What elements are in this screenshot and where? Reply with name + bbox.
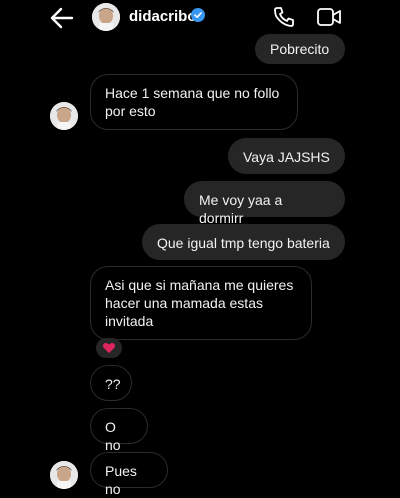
message-text: Vaya JAJSHS: [243, 149, 330, 165]
message-received[interactable]: O no: [90, 408, 148, 453]
message-sent[interactable]: Que igual tmp tengo bateria: [142, 224, 345, 260]
contact-avatar[interactable]: [50, 102, 78, 130]
header-avatar[interactable]: [92, 3, 120, 31]
chat-header: didacribot: [0, 0, 400, 36]
message-text: Pues no: [105, 463, 137, 497]
message-text: ??: [105, 376, 121, 392]
message-received[interactable]: Hace 1 semana que no follo por esto: [90, 74, 298, 130]
message-received[interactable]: Pues no: [90, 452, 168, 497]
message-text: Me voy yaa a dormirr: [199, 192, 283, 226]
video-camera-icon[interactable]: [316, 5, 342, 29]
message-received[interactable]: Asi que si mañana me quieres hacer una m…: [90, 266, 312, 340]
contact-avatar[interactable]: [50, 461, 78, 489]
message-sent[interactable]: Me voy yaa a dormirr: [184, 181, 345, 226]
back-arrow-icon[interactable]: [48, 6, 76, 30]
message-received[interactable]: ??: [90, 365, 132, 401]
message-sent[interactable]: Vaya JAJSHS: [228, 138, 345, 174]
phone-icon[interactable]: [272, 5, 296, 29]
message-sent[interactable]: Pobrecito: [255, 34, 345, 64]
message-text: Que igual tmp tengo bateria: [157, 235, 330, 251]
message-text: Hace 1 semana que no follo por esto: [105, 85, 280, 119]
message-text: Asi que si mañana me quieres hacer una m…: [105, 277, 294, 329]
message-text: Pobrecito: [270, 41, 330, 57]
verified-icon: [191, 8, 205, 22]
message-text: O no: [105, 419, 121, 453]
message-reaction[interactable]: [96, 338, 122, 358]
red-heart-icon: [103, 343, 115, 354]
